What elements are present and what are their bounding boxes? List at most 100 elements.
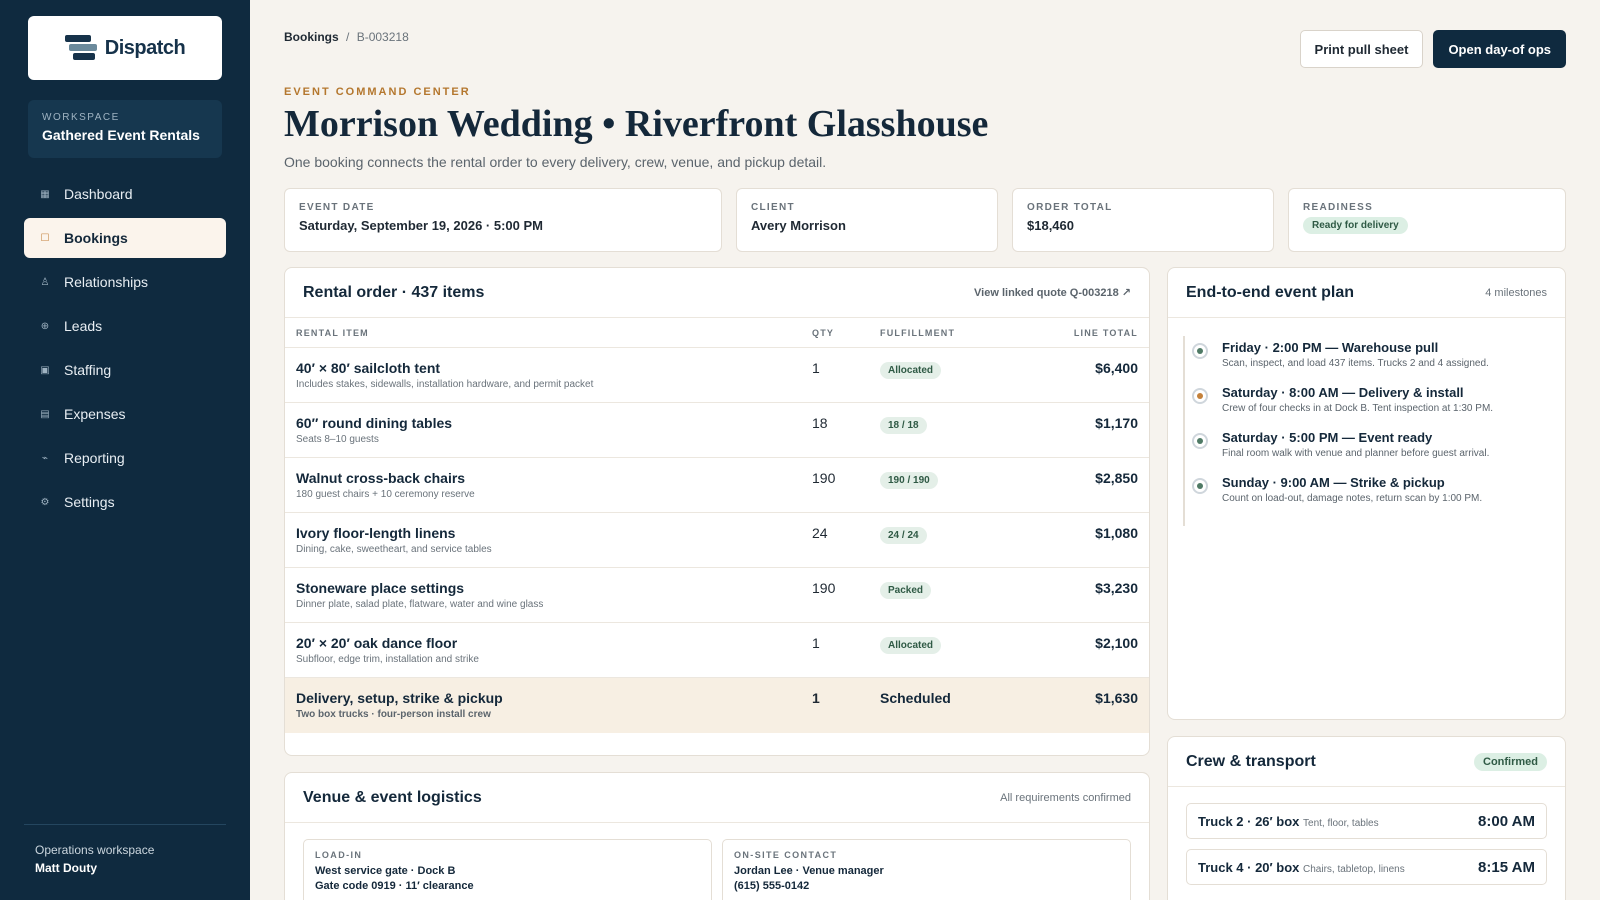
service-row[interactable]: Delivery, setup, strike & pickup Two box … [285,678,1149,733]
load-in-box: LOAD-IN West service gate · Dock B Gate … [303,839,712,900]
milestone[interactable]: Saturday · 8:00 AM — Delivery & install C… [1192,385,1547,414]
item-qty: 1 [812,360,820,376]
on-site-contact-box: ON-SITE CONTACT Jordan Lee · Venue manag… [722,839,1131,900]
crew-status-badge: Confirmed [1474,752,1547,771]
receipt-icon: ▤ [40,408,50,420]
workspace-label: WORKSPACE [42,112,120,123]
item-name: 40′ × 80′ sailcloth tent [296,360,441,376]
fulfillment-badge: Allocated [880,362,942,379]
logistics-grid: LOAD-IN West service gate · Dock B Gate … [285,823,1149,900]
milestone-title: Saturday · 5:00 PM — Event ready [1222,430,1433,445]
load-in-gate-code: Gate code 0919 · 11′ clearance [315,880,474,892]
app-logo[interactable]: Dispatch [28,16,222,80]
sidebar-item-settings[interactable]: ⚙ Settings [24,482,226,522]
sidebar-item-relationships[interactable]: ♙ Relationships [24,262,226,302]
stat-label: EVENT DATE [299,202,375,213]
sidebar-footer: Operations workspace Matt Douty [24,824,226,875]
sidebar-item-label: Settings [64,494,115,510]
load-in-location: West service gate · Dock B [315,865,456,877]
breadcrumb: Bookings / B-003218 [284,30,409,44]
main-content: Bookings / B-003218 Print pull sheet Ope… [250,0,1600,900]
open-day-of-ops-button[interactable]: Open day-of ops [1433,30,1566,68]
stat-value[interactable]: Avery Morrison [751,218,983,233]
line-total: $1,080 [1095,525,1138,541]
badge-icon: ▣ [40,364,50,376]
current-user[interactable]: Matt Douty [35,861,226,875]
sidebar-item-dashboard[interactable]: ▦ Dashboard [24,174,226,214]
breadcrumb-root[interactable]: Bookings [284,30,339,44]
table-row[interactable]: 40′ × 80′ sailcloth tent Includes stakes,… [285,348,1149,403]
item-description: Seats 8–10 guests [296,434,379,445]
milestone[interactable]: Saturday · 5:00 PM — Event ready Final ro… [1192,430,1547,459]
table-row[interactable]: Stoneware place settings Dinner plate, sa… [285,568,1149,623]
timeline-line [1183,336,1185,526]
crew-transport-header: Crew & transport Confirmed [1168,737,1565,787]
column-header-item: RENTAL ITEM [296,327,369,338]
sidebar-item-bookings[interactable]: ☐ Bookings [24,218,226,258]
sidebar-item-label: Staffing [64,362,112,378]
stat-order-total: ORDER TOTAL $18,460 [1012,188,1274,252]
contact-label: ON-SITE CONTACT [734,850,838,860]
sidebar-item-staffing[interactable]: ▣ Staffing [24,350,226,390]
stat-value: $18,460 [1027,218,1074,233]
truck-time: 8:00 AM [1478,812,1535,830]
item-description: Dining, cake, sweetheart, and service ta… [296,544,492,555]
people-icon: ♙ [40,276,50,288]
truck-note: Chairs, tabletop, linens [1303,863,1405,875]
item-qty: 24 [812,525,828,541]
contact-phone[interactable]: (615) 555-0142 [734,880,1119,892]
milestone-dot-icon [1192,388,1208,404]
page-subtitle: One booking connects the rental order to… [284,154,827,170]
table-row[interactable]: Ivory floor-length linens Dining, cake, s… [285,513,1149,568]
milestone-description: Final room walk with venue and planner b… [1222,448,1490,459]
truck-note: Tent, floor, tables [1303,817,1379,829]
stat-readiness: READINESS Ready for delivery [1288,188,1566,252]
sidebar-item-label: Reporting [64,450,125,466]
item-qty: 190 [812,580,836,596]
sidebar-item-reporting[interactable]: ⌁ Reporting [24,438,226,478]
milestone[interactable]: Friday · 2:00 PM — Warehouse pull Scan, i… [1192,340,1547,369]
truck-name: Truck 4 · 20′ box [1198,859,1300,875]
truck-row[interactable]: Truck 4 · 20′ box Chairs, tabletop, line… [1186,849,1547,885]
breadcrumb-current: B-003218 [356,30,409,44]
fulfillment-status: Scheduled [880,690,951,706]
stat-label: ORDER TOTAL [1027,202,1113,213]
item-qty: 18 [812,415,828,431]
item-name: Delivery, setup, strike & pickup [296,690,503,706]
crew-transport-title: Crew & transport [1186,752,1316,770]
stat-event-date: EVENT DATE Saturday, September 19, 2026 … [284,188,722,252]
summary-stats: EVENT DATE Saturday, September 19, 2026 … [284,188,1566,252]
line-total: $2,850 [1095,470,1138,486]
fulfillment-badge: 190 / 190 [880,472,938,489]
table-row[interactable]: Walnut cross-back chairs 180 guest chairs… [285,458,1149,513]
milestone-title: Sunday · 9:00 AM — Strike & pickup [1222,475,1445,490]
line-total: $6,400 [1095,360,1138,376]
app-name: Dispatch [104,36,186,59]
milestone-dot-icon [1192,478,1208,494]
workspace-switcher[interactable]: WORKSPACE Gathered Event Rentals [28,100,222,158]
sidebar-nav: ▦ Dashboard ☐ Bookings ♙ Relationships ⊕… [24,174,226,526]
column-header-fulfillment: FULFILLMENT [880,327,956,338]
table-row[interactable]: 20′ × 20′ oak dance floor Subfloor, edge … [285,623,1149,678]
event-plan-header: End-to-end event plan 4 milestones [1168,268,1565,318]
fulfillment-badge: 24 / 24 [880,527,927,544]
table-row[interactable]: 60″ round dining tables Seats 8–10 guests… [285,403,1149,458]
print-pull-sheet-button[interactable]: Print pull sheet [1299,30,1424,68]
page-eyebrow: EVENT COMMAND CENTER [284,86,471,98]
table-header: RENTAL ITEM QTY FULFILLMENT LINE TOTAL [285,318,1149,348]
event-plan-title: End-to-end event plan [1186,283,1354,301]
venue-logistics-title: Venue & event logistics [303,788,482,806]
sidebar-item-leads[interactable]: ⊕ Leads [24,306,226,346]
linked-quote-link[interactable]: View linked quote Q-003218 ↗ [974,286,1131,299]
rental-order-header: Rental order · 437 items View linked quo… [285,268,1149,318]
sidebar-item-expenses[interactable]: ▤ Expenses [24,394,226,434]
rental-order-card: Rental order · 437 items View linked quo… [284,267,1150,756]
truck-row[interactable]: Truck 2 · 26′ box Tent, floor, tables 8:… [1186,803,1547,839]
calendar-icon: ☐ [40,232,50,244]
milestone[interactable]: Sunday · 9:00 AM — Strike & pickup Count … [1192,475,1547,504]
item-name: 20′ × 20′ oak dance floor [296,635,458,651]
item-name: 60″ round dining tables [296,415,453,431]
item-name: Ivory floor-length linens [296,525,456,541]
gear-icon: ⚙ [40,496,50,508]
milestone-dot-icon [1192,343,1208,359]
